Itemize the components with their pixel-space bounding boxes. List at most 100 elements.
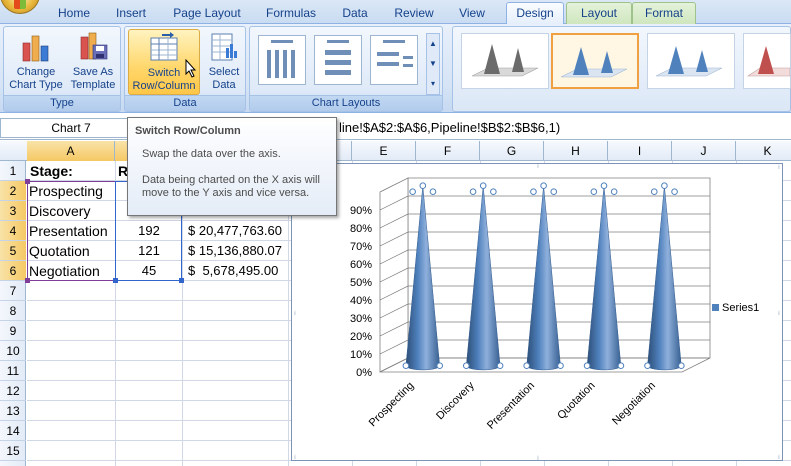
cell-c5[interactable]: $ 15,136,880.07 [188, 241, 288, 261]
column-header-g[interactable]: G [480, 141, 544, 161]
group-type: Change Chart Type Save As Template Type [3, 26, 121, 112]
tab-layout[interactable]: Layout [566, 2, 632, 24]
data-point-handle [530, 188, 537, 196]
select-data-icon [208, 31, 240, 63]
row-header-3[interactable]: 3 [0, 201, 26, 221]
save-as-template-label-1: Save As [72, 66, 114, 78]
y-tick-label: 50% [350, 277, 372, 289]
chart-layout-1[interactable] [258, 35, 306, 85]
range-handle[interactable] [25, 179, 30, 184]
chart-style-blue-selected[interactable] [551, 33, 639, 89]
data-point-handle [650, 188, 658, 196]
data-point-handle [600, 182, 608, 190]
row-header-2[interactable]: 2 [0, 181, 26, 201]
select-data-label-2: Data [212, 79, 236, 91]
chart-layout-3[interactable] [370, 35, 418, 85]
x-tick-label: Prospecting [367, 380, 417, 430]
row-headers: 1 2 3 4 5 6 7 8 9 10 11 12 13 14 15 [0, 161, 26, 466]
row-header-1[interactable]: 1 [0, 161, 26, 181]
data-point-handle [436, 362, 444, 369]
tooltip-line-2: Data being charted on the X axis will mo… [142, 174, 320, 199]
scroll-down-icon[interactable]: ▼ [427, 54, 439, 74]
tab-page-layout[interactable]: Page Layout [168, 5, 246, 23]
range-handle[interactable] [25, 278, 30, 283]
cone-chart[interactable]: 0% 10% 20% 30% 40% 50% 60% 70% 80% 90% Prospecting… [291, 163, 783, 461]
tab-design[interactable]: Design [506, 2, 564, 25]
chart-layouts-scrollbar[interactable]: ▲ ▼ ▾ [426, 33, 440, 95]
row-header-10[interactable]: 10 [0, 341, 26, 361]
group-data-label: Data [125, 95, 245, 111]
chart-resize-handle: ⁞ [537, 455, 539, 460]
row-header-5[interactable]: 5 [0, 241, 26, 261]
data-point-handle [419, 182, 427, 190]
tab-view[interactable]: View [452, 5, 492, 23]
change-chart-type-button[interactable]: Change Chart Type [6, 29, 66, 95]
chart-styles-gallery [452, 26, 791, 112]
legend-label: Series1 [722, 302, 759, 314]
row-header-11[interactable]: 11 [0, 361, 26, 381]
save-as-template-button[interactable]: Save As Template [66, 29, 120, 95]
row-header-7[interactable]: 7 [0, 281, 26, 301]
y-tick-label: 70% [350, 241, 372, 253]
row-header-14[interactable]: 14 [0, 421, 26, 441]
data-point-handle [496, 362, 504, 369]
cell-a1[interactable]: Stage: [30, 161, 114, 181]
cell-c6[interactable]: $ 5,678,495.00 [188, 261, 288, 281]
group-chart-layouts-label: Chart Layouts [250, 95, 442, 111]
chart-style-red[interactable] [743, 33, 791, 89]
data-point-handle [462, 362, 470, 369]
data-point-handle [429, 188, 437, 196]
column-header-a[interactable]: A [27, 141, 115, 161]
column-header-h[interactable]: H [544, 141, 608, 161]
formula-input[interactable]: line!$A$2:$A$6,Pipeline!$B$2:$B$6,1) [339, 119, 560, 137]
row-header-9[interactable]: 9 [0, 321, 26, 341]
tab-insert[interactable]: Insert [108, 5, 154, 23]
cell-c4[interactable]: $ 20,477,763.60 [188, 221, 288, 241]
row-header-15[interactable]: 15 [0, 441, 26, 461]
category-range-highlight [27, 181, 116, 281]
chart-style-blue-alt[interactable] [647, 33, 735, 89]
ribbon: Change Chart Type Save As Template Type [0, 24, 791, 113]
x-tick-label: Discovery [434, 379, 477, 422]
y-tick-label: 0% [356, 367, 372, 379]
select-data-button[interactable]: Select Data [203, 29, 245, 95]
chart-layout-2[interactable] [314, 35, 362, 85]
tab-formulas[interactable]: Formulas [258, 5, 324, 23]
column-header-e[interactable]: E [352, 141, 416, 161]
column-headers: A B C D E F G H I J K [0, 141, 791, 161]
row-header-12[interactable]: 12 [0, 381, 26, 401]
range-handle[interactable] [113, 278, 118, 283]
data-point-handle [583, 362, 591, 369]
data-point-handle [644, 362, 651, 369]
column-header-k[interactable]: K [736, 141, 791, 161]
range-handle[interactable] [179, 278, 184, 283]
tab-format[interactable]: Format [632, 2, 696, 24]
row-header-8[interactable]: 8 [0, 301, 26, 321]
name-box[interactable]: Chart 7 [0, 118, 142, 138]
row-header-6[interactable]: 6 [0, 261, 26, 281]
data-point-handle [469, 188, 477, 196]
scroll-up-icon[interactable]: ▲ [427, 34, 439, 54]
tab-home[interactable]: Home [52, 5, 96, 23]
y-tick-label: 10% [350, 349, 372, 361]
column-header-i[interactable]: I [608, 141, 672, 161]
group-type-label: Type [4, 95, 120, 111]
data-point-handle [540, 182, 547, 190]
chart-style-gray[interactable] [461, 33, 549, 89]
office-button[interactable] [0, 0, 40, 14]
y-tick-label: 90% [350, 205, 372, 217]
tab-review[interactable]: Review [388, 5, 440, 23]
legend-swatch [712, 304, 719, 311]
data-point-handle [557, 362, 564, 369]
change-chart-type-label-1: Change [16, 66, 56, 78]
gallery-more-icon[interactable]: ▾ [427, 74, 439, 94]
change-chart-type-label-2: Chart Type [9, 79, 63, 91]
column-header-j[interactable]: J [672, 141, 736, 161]
save-template-icon [77, 31, 109, 63]
select-data-label-1: Select [208, 66, 240, 78]
y-tick-label: 20% [350, 331, 372, 343]
tab-data[interactable]: Data [336, 5, 374, 23]
column-header-f[interactable]: F [416, 141, 480, 161]
row-header-13[interactable]: 13 [0, 401, 26, 421]
row-header-4[interactable]: 4 [0, 221, 26, 241]
